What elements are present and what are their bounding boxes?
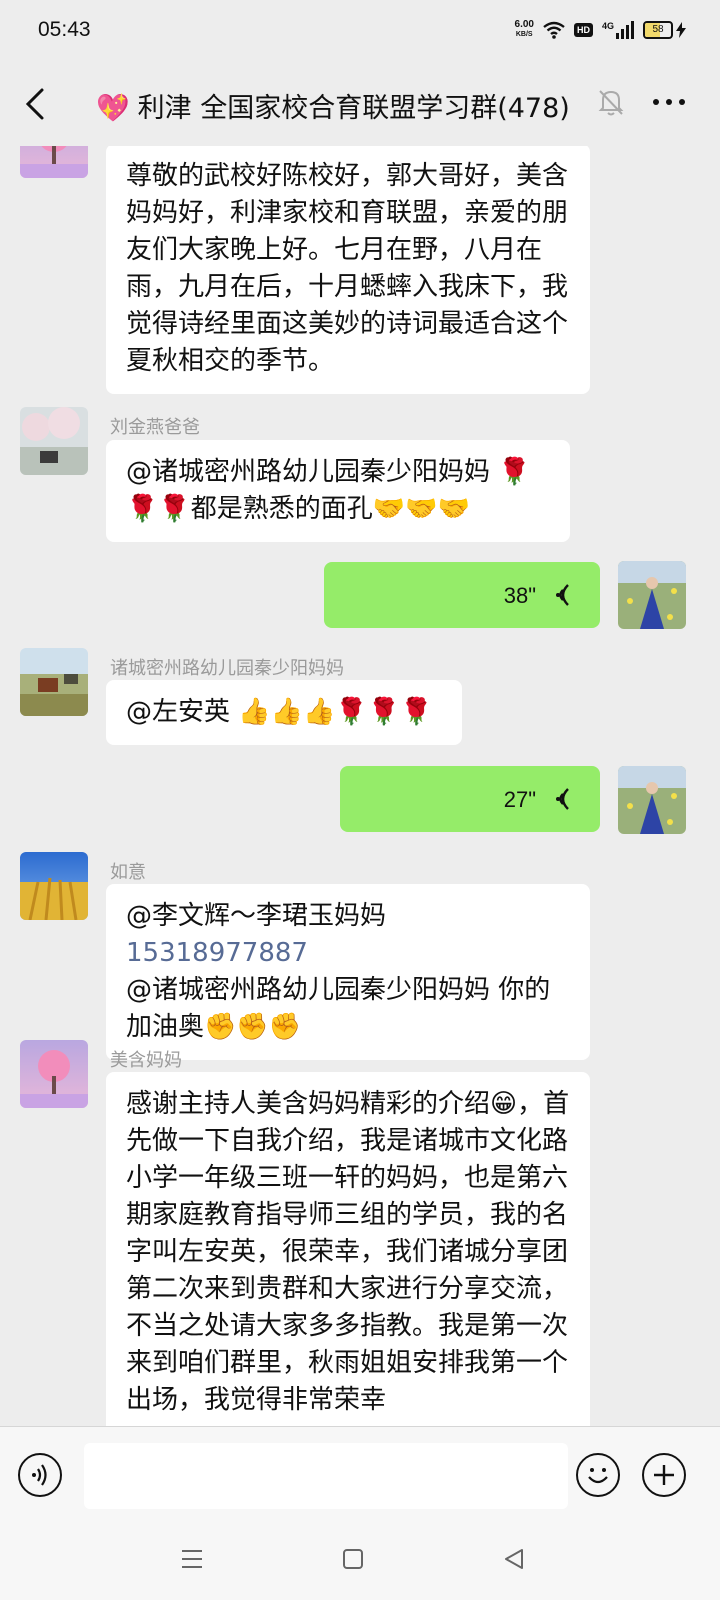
message-text: @诸城密州路幼儿园秦少阳妈妈 你的加油奥✊✊✊ (126, 975, 551, 1042)
message-text: @左安英 👍👍👍🌹🌹🌹 (126, 697, 433, 727)
sender-name: 美含妈妈 (110, 1050, 182, 1071)
mute-bell-icon (598, 90, 624, 116)
chat-header: 💖 利津 全国家校合育联盟学习群(478) (0, 62, 720, 146)
my-avatar[interactable] (618, 561, 686, 629)
message-bubble[interactable]: 感谢主持人美含妈妈精彩的介绍😁，首先做一下自我介绍，我是诸城市文化路小学一年级三… (106, 1072, 590, 1426)
more-options-button[interactable] (652, 92, 686, 112)
system-nav-bar (0, 1522, 720, 1600)
avatar[interactable] (20, 1040, 88, 1108)
phone-number-link[interactable]: 15318977887 (126, 938, 308, 968)
charging-icon (676, 22, 686, 38)
avatar[interactable] (20, 648, 88, 716)
message-text: 尊敬的武校好陈校好，郭大哥好，美含妈妈好，利津家校和育联盟，亲爱的朋友们大家晚上… (126, 161, 569, 376)
message-bubble[interactable]: @诸城密州路幼儿园秦少阳妈妈 🌹🌹🌹都是熟悉的面孔🤝🤝🤝 (106, 440, 570, 542)
wifi-icon (543, 21, 565, 39)
voice-wave-icon (556, 584, 569, 606)
hd-icon: HD (573, 23, 593, 37)
page-title: 💖 利津 全国家校合育联盟学习群(478) (96, 93, 570, 124)
message-bubble[interactable]: @左安英 👍👍👍🌹🌹🌹 (106, 680, 462, 745)
plus-icon (654, 1465, 674, 1485)
chat-message-list[interactable]: 尊敬的武校好陈校好，郭大哥好，美含妈妈好，利津家校和育联盟，亲爱的朋友们大家晚上… (0, 146, 720, 1426)
sender-name: 刘金燕爸爸 (110, 417, 200, 438)
sender-name: 如意 (110, 862, 146, 883)
message-text: @诸城密州路幼儿园秦少阳妈妈 🌹🌹🌹都是熟悉的面孔🤝🤝🤝 (126, 457, 531, 524)
back-nav-button[interactable] (502, 1548, 526, 1570)
smiley-icon (588, 1468, 608, 1484)
avatar[interactable] (20, 146, 88, 178)
voice-duration: 38" (503, 582, 536, 608)
status-time: 05:43 (38, 18, 91, 41)
menu-nav-button[interactable] (180, 1548, 204, 1570)
heart-emoji: 💖 (96, 93, 130, 124)
net-speed: 6.00 KB/S (514, 19, 534, 39)
voice-wave-icon (32, 1464, 47, 1486)
home-nav-button[interactable] (342, 1548, 364, 1570)
my-avatar[interactable] (618, 766, 686, 834)
message-bubble[interactable]: @李文辉～李珺玉妈妈 15318977887 @诸城密州路幼儿园秦少阳妈妈 你的加… (106, 884, 590, 1060)
back-button[interactable] (20, 84, 52, 124)
signal-icon: 4G (602, 21, 634, 39)
input-bar (0, 1426, 720, 1523)
emoji-button[interactable] (576, 1453, 620, 1497)
battery-icon: 58 (643, 21, 686, 39)
message-bubble[interactable]: 尊敬的武校好陈校好，郭大哥好，美含妈妈好，利津家校和育联盟，亲爱的朋友们大家晚上… (106, 146, 590, 394)
voice-duration: 27" (503, 786, 536, 812)
more-functions-button[interactable] (642, 1453, 686, 1497)
voice-message-bubble[interactable]: 38" (324, 562, 600, 628)
voice-message-bubble[interactable]: 27" (340, 766, 600, 832)
voice-wave-icon (556, 788, 569, 810)
message-text: @李文辉～李珺玉妈妈 (126, 901, 387, 931)
message-text: 感谢主持人美含妈妈精彩的介绍😁，首先做一下自我介绍，我是诸城市文化路小学一年级三… (126, 1089, 570, 1415)
sender-name: 诸城密州路幼儿园秦少阳妈妈 (110, 658, 344, 679)
message-input[interactable] (84, 1443, 568, 1509)
avatar[interactable] (20, 407, 88, 475)
status-bar: 05:43 6.00 KB/S HD 4G 58 (0, 0, 720, 62)
voice-input-button[interactable] (18, 1453, 62, 1497)
avatar[interactable] (20, 852, 88, 920)
